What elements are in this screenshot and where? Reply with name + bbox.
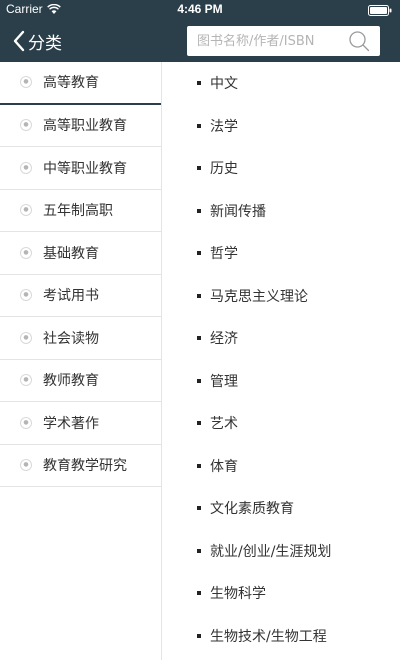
subcategory-label: 生物科学 [210, 586, 266, 603]
category-label: 学术著作 [43, 415, 99, 432]
category-icon: ● [20, 246, 32, 259]
bullet-icon [197, 293, 201, 298]
subcategory-item[interactable]: 管理 [162, 360, 400, 403]
bullet-icon [197, 123, 201, 128]
subcategory-item[interactable]: 生物科学 [162, 572, 400, 615]
search-icon[interactable] [348, 30, 370, 52]
category-item[interactable]: ● 中等职业教育 [0, 147, 161, 190]
subcategory-label: 就业/创业/生涯规划 [210, 543, 332, 560]
category-item[interactable]: ● 高等教育 [0, 62, 161, 105]
subcategory-label: 历史 [210, 161, 238, 178]
bullet-icon [197, 166, 201, 171]
category-label: 教师教育 [43, 373, 99, 390]
back-label: 分类 [28, 33, 62, 54]
category-label: 教育教学研究 [43, 458, 127, 475]
search-input[interactable] [187, 26, 347, 56]
bullet-icon [197, 378, 201, 383]
category-icon: ● [20, 289, 32, 302]
app-screen: Carrier 4:46 PM 分类 图书名称/作者/ISBN ● 高等教育 ●… [0, 0, 400, 660]
bullet-icon [197, 633, 201, 638]
subcategory-label: 生物技术/生物工程 [210, 628, 327, 645]
bullet-icon [197, 506, 201, 511]
bullet-icon [197, 81, 201, 86]
nav-bar: 分类 [0, 20, 400, 62]
status-bar: Carrier 4:46 PM [0, 0, 400, 20]
category-icon: ● [20, 331, 32, 344]
category-label: 高等教育 [43, 75, 99, 92]
subcategory-item[interactable]: 就业/创业/生涯规划 [162, 530, 400, 573]
bullet-icon [197, 336, 201, 341]
header: Carrier 4:46 PM 分类 [0, 0, 400, 62]
subcategory-item[interactable]: 文化素质教育 [162, 487, 400, 530]
subcategory-item[interactable]: 哲学 [162, 232, 400, 275]
subcategory-item[interactable]: 法学 [162, 105, 400, 148]
subcategory-item[interactable]: 生物技术/生物工程 [162, 615, 400, 658]
category-icon: ● [20, 416, 32, 429]
subcategory-label: 文化素质教育 [210, 501, 294, 518]
subcategory-item[interactable]: 艺术 [162, 402, 400, 445]
category-label: 社会读物 [43, 330, 99, 347]
category-item[interactable]: ● 教师教育 [0, 360, 161, 402]
category-item[interactable]: ● 社会读物 [0, 317, 161, 360]
bullet-icon [197, 591, 201, 596]
subcategory-label: 管理 [210, 373, 238, 390]
category-label: 考试用书 [43, 288, 99, 305]
category-item[interactable]: ● 教育教学研究 [0, 445, 161, 487]
subcategory-label: 体育 [210, 458, 238, 475]
subcategory-item[interactable]: 经济 [162, 317, 400, 360]
subcategory-item[interactable]: 新闻传播 [162, 190, 400, 233]
category-icon: ● [20, 76, 32, 89]
category-item[interactable]: ● 高等职业教育 [0, 105, 161, 147]
subcategory-list: 中文 法学 历史 新闻传播 哲学 马克思主义理论 经济 管理 艺术 体育 文化素… [162, 62, 400, 660]
category-label: 高等职业教育 [43, 118, 127, 135]
category-label: 中等职业教育 [43, 160, 127, 177]
subcategory-label: 法学 [210, 118, 238, 135]
category-item[interactable]: ● 考试用书 [0, 275, 161, 317]
bullet-icon [197, 251, 201, 256]
category-icon: ● [20, 161, 32, 174]
status-time: 4:46 PM [177, 2, 223, 16]
subcategory-item[interactable]: 历史 [162, 147, 400, 190]
subcategory-label: 艺术 [210, 416, 238, 433]
battery-icon [368, 5, 392, 16]
category-list: ● 高等教育 ● 高等职业教育 ● 中等职业教育 ● 五年制高职 ● 基础教育 … [0, 62, 161, 660]
category-item[interactable]: ● 基础教育 [0, 232, 161, 275]
subcategory-label: 经济 [210, 331, 238, 348]
bullet-icon [197, 208, 201, 213]
subcategory-item[interactable]: 中文 [162, 62, 400, 105]
category-label: 基础教育 [43, 245, 99, 262]
subcategory-item[interactable]: 体育 [162, 445, 400, 488]
subcategory-label: 中文 [210, 76, 238, 93]
bullet-icon [197, 548, 201, 553]
back-button[interactable]: 分类 [12, 28, 62, 54]
subcategory-label: 马克思主义理论 [210, 288, 308, 305]
category-item[interactable]: ● 五年制高职 [0, 190, 161, 232]
subcategory-label: 哲学 [210, 246, 238, 263]
category-label: 五年制高职 [43, 203, 113, 220]
category-icon: ● [20, 459, 32, 472]
bullet-icon [197, 463, 201, 468]
subcategory-item[interactable]: 马克思主义理论 [162, 275, 400, 318]
category-item[interactable]: ● 学术著作 [0, 402, 161, 445]
bullet-icon [197, 421, 201, 426]
category-icon: ● [20, 204, 32, 217]
category-icon: ● [20, 374, 32, 387]
chevron-left-icon [13, 30, 25, 52]
subcategory-label: 新闻传播 [210, 203, 266, 220]
category-icon: ● [20, 119, 32, 132]
search-box [187, 26, 380, 56]
